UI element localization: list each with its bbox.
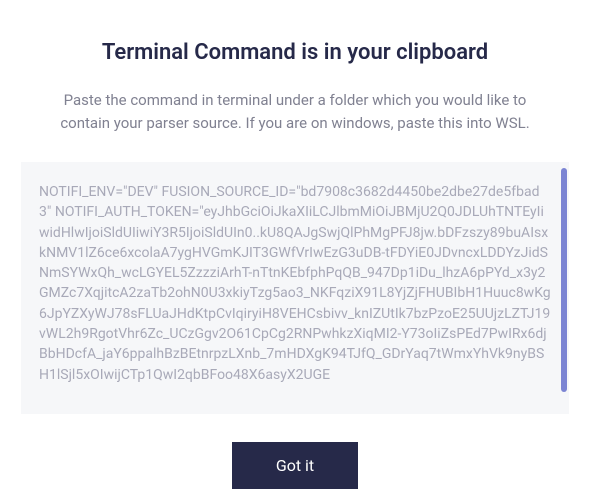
got-it-button[interactable]: Got it xyxy=(232,442,358,489)
page-title: Terminal Command is in your clipboard xyxy=(102,40,488,65)
code-block-container: NOTIFI_ENV="DEV" FUSION_SOURCE_ID="bd790… xyxy=(21,162,569,414)
terminal-command-code[interactable]: NOTIFI_ENV="DEV" FUSION_SOURCE_ID="bd790… xyxy=(21,162,569,414)
scrollbar-thumb[interactable] xyxy=(561,168,567,392)
scrollbar-track xyxy=(561,168,567,408)
page-subtitle: Paste the command in terminal under a fo… xyxy=(40,89,550,134)
